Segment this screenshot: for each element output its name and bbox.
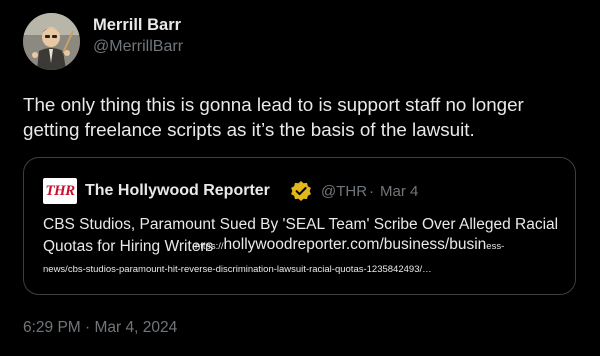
link-url-tail: ess- — [486, 241, 505, 252]
link-url-continuation[interactable]: news/cbs-studios-paramount-hit-reverse-d… — [43, 264, 432, 275]
avatar[interactable] — [23, 13, 80, 70]
tweet-container: Merrill Barr @MerrillBarr The only thing… — [0, 0, 600, 356]
thr-logo-text: THR — [45, 182, 75, 199]
cartoon-avatar-icon — [23, 13, 80, 70]
tweet-text: The only thing this is gonna lead to is … — [23, 94, 524, 140]
author-handle[interactable]: @MerrillBarr — [93, 38, 183, 56]
thr-logo: THR — [43, 178, 77, 204]
quoted-author-name[interactable]: The Hollywood Reporter — [85, 182, 270, 200]
verified-gold-badge-icon — [290, 180, 312, 202]
quoted-tweet-card[interactable]: THR The Hollywood Reporter @THR · Mar 4 … — [23, 157, 576, 295]
tweet-timestamp[interactable]: 6:29 PM · Mar 4, 2024 — [23, 319, 177, 337]
quoted-author-handle[interactable]: @THR — [321, 183, 367, 200]
separator-dot: · — [369, 183, 374, 200]
author-name[interactable]: Merrill Barr — [93, 16, 181, 35]
link-url-prefix: https:// — [195, 241, 224, 252]
link-url-main: hollywoodreporter.com/business/busin — [223, 236, 487, 253]
quoted-tweet-link[interactable]: https://hollywoodreporter.com/business/b… — [195, 236, 504, 254]
quoted-tweet-date[interactable]: Mar 4 — [380, 183, 418, 200]
